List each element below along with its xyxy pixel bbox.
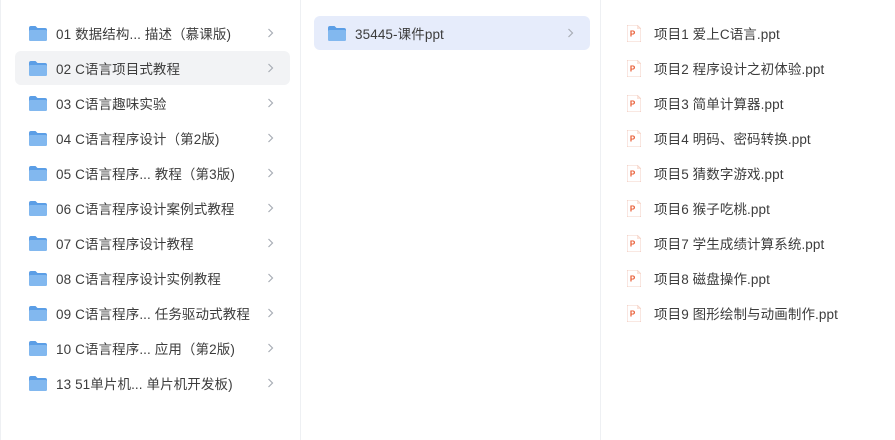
- folder-row[interactable]: 08 C语言程序设计实例教程: [15, 261, 290, 295]
- file-row[interactable]: P 项目5 猜数字游戏.ppt: [615, 156, 881, 190]
- file-browser: 01 数据结构... 描述（慕课版) 02 C语言项目式教程 03 C语言趣味实…: [0, 0, 895, 440]
- svg-text:P: P: [630, 274, 636, 283]
- ppt-file-icon: P: [627, 59, 641, 77]
- chevron-right-icon: [268, 238, 274, 248]
- folder-icon: [29, 305, 47, 321]
- folder-icon: [29, 340, 47, 356]
- file-label: 项目6 猴子吃桃.ppt: [654, 202, 770, 217]
- ppt-file-icon: P: [627, 24, 641, 42]
- folder-label: 08 C语言程序设计实例教程: [56, 272, 221, 287]
- file-row[interactable]: P 项目1 爱上C语言.ppt: [615, 16, 881, 50]
- chevron-right-icon: [268, 203, 274, 213]
- file-label: 项目8 磁盘操作.ppt: [654, 272, 770, 287]
- file-row[interactable]: P 项目4 明码、密码转换.ppt: [615, 121, 881, 155]
- ppt-file-icon: P: [627, 234, 641, 252]
- folder-row[interactable]: 05 C语言程序... 教程（第3版): [15, 156, 290, 190]
- chevron-right-icon: [268, 378, 274, 388]
- folder-icon: [29, 235, 47, 251]
- svg-text:P: P: [630, 99, 636, 108]
- folder-label: 10 C语言程序... 应用（第2版): [56, 342, 235, 357]
- chevron-right-icon: [568, 28, 574, 38]
- folder-label: 35445-课件ppt: [355, 27, 444, 42]
- folder-icon: [29, 95, 47, 111]
- ppt-file-icon: P: [627, 129, 641, 147]
- folder-row[interactable]: 06 C语言程序设计案例式教程: [15, 191, 290, 225]
- ppt-file-icon: P: [627, 199, 641, 217]
- file-label: 项目9 图形绘制与动画制作.ppt: [654, 307, 838, 322]
- file-label: 项目3 简单计算器.ppt: [654, 97, 784, 112]
- folder-icon: [29, 25, 47, 41]
- svg-text:P: P: [630, 134, 636, 143]
- folder-icon: [29, 200, 47, 216]
- file-label: 项目4 明码、密码转换.ppt: [654, 132, 811, 147]
- file-label: 项目7 学生成绩计算系统.ppt: [654, 237, 825, 252]
- chevron-right-icon: [268, 28, 274, 38]
- svg-text:P: P: [630, 169, 636, 178]
- svg-text:P: P: [630, 64, 636, 73]
- svg-text:P: P: [630, 309, 636, 318]
- file-row[interactable]: P 项目7 学生成绩计算系统.ppt: [615, 226, 881, 260]
- folder-icon: [29, 60, 47, 76]
- folder-icon: [328, 25, 346, 41]
- folder-label: 07 C语言程序设计教程: [56, 237, 194, 252]
- folder-label: 09 C语言程序... 任务驱动式教程: [56, 307, 250, 322]
- folder-row[interactable]: 10 C语言程序... 应用（第2版): [15, 331, 290, 365]
- folder-label: 02 C语言项目式教程: [56, 62, 181, 77]
- folder-icon: [29, 270, 47, 286]
- folder-label: 06 C语言程序设计案例式教程: [56, 202, 235, 217]
- ppt-file-icon: P: [627, 94, 641, 112]
- file-row[interactable]: P 项目3 简单计算器.ppt: [615, 86, 881, 120]
- folder-row[interactable]: 01 数据结构... 描述（慕课版): [15, 16, 290, 50]
- folder-icon: [29, 165, 47, 181]
- chevron-right-icon: [268, 98, 274, 108]
- folder-row[interactable]: 03 C语言趣味实验: [15, 86, 290, 120]
- file-row[interactable]: P 项目8 磁盘操作.ppt: [615, 261, 881, 295]
- folder-icon: [29, 375, 47, 391]
- folder-column-2: 35445-课件ppt: [301, 0, 601, 440]
- svg-text:P: P: [630, 29, 636, 38]
- folder-row[interactable]: 13 51单片机... 单片机开发板): [15, 366, 290, 400]
- folder-row[interactable]: 02 C语言项目式教程: [15, 51, 290, 85]
- ppt-file-icon: P: [627, 164, 641, 182]
- chevron-right-icon: [268, 168, 274, 178]
- folder-label: 01 数据结构... 描述（慕课版): [56, 27, 232, 42]
- folder-label: 05 C语言程序... 教程（第3版): [56, 167, 235, 182]
- chevron-right-icon: [268, 133, 274, 143]
- chevron-right-icon: [268, 308, 274, 318]
- file-row[interactable]: P 项目2 程序设计之初体验.ppt: [615, 51, 881, 85]
- folder-row[interactable]: 04 C语言程序设计（第2版): [15, 121, 290, 155]
- file-row[interactable]: P 项目9 图形绘制与动画制作.ppt: [615, 296, 881, 330]
- svg-text:P: P: [630, 239, 636, 248]
- folder-row-selected[interactable]: 35445-课件ppt: [314, 16, 590, 50]
- chevron-right-icon: [268, 343, 274, 353]
- folder-label: 04 C语言程序设计（第2版): [56, 132, 220, 147]
- ppt-file-icon: P: [627, 269, 641, 287]
- file-label: 项目1 爱上C语言.ppt: [654, 27, 780, 42]
- chevron-right-icon: [268, 63, 274, 73]
- file-column: P 项目1 爱上C语言.ppt P 项目2 程序设计之初体验.ppt P 项目3…: [601, 0, 895, 440]
- file-label: 项目5 猜数字游戏.ppt: [654, 167, 784, 182]
- folder-icon: [29, 130, 47, 146]
- file-row[interactable]: P 项目6 猴子吃桃.ppt: [615, 191, 881, 225]
- folder-column-1: 01 数据结构... 描述（慕课版) 02 C语言项目式教程 03 C语言趣味实…: [0, 0, 301, 440]
- folder-label: 03 C语言趣味实验: [56, 97, 167, 112]
- folder-row[interactable]: 09 C语言程序... 任务驱动式教程: [15, 296, 290, 330]
- file-label: 项目2 程序设计之初体验.ppt: [654, 62, 825, 77]
- svg-text:P: P: [630, 204, 636, 213]
- folder-row[interactable]: 07 C语言程序设计教程: [15, 226, 290, 260]
- folder-label: 13 51单片机... 单片机开发板): [56, 377, 233, 392]
- chevron-right-icon: [268, 273, 274, 283]
- ppt-file-icon: P: [627, 304, 641, 322]
